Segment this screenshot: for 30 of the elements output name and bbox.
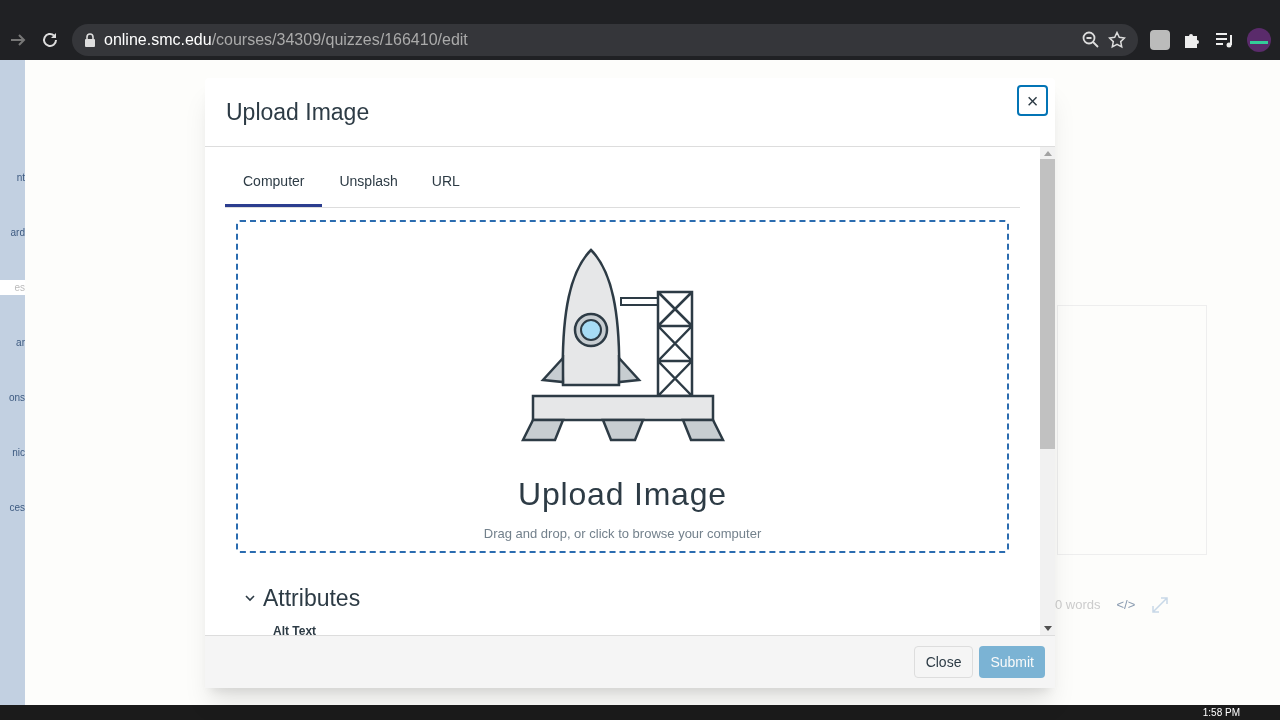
close-button[interactable]: × xyxy=(1017,85,1048,116)
lock-icon xyxy=(84,33,96,47)
playlist-icon[interactable] xyxy=(1214,30,1234,50)
url-text: online.smc.edu/courses/34309/quizzes/166410/edit xyxy=(104,30,468,50)
sidebar-item[interactable]: nt xyxy=(16,170,25,185)
profile-avatar-icon[interactable] xyxy=(1246,27,1272,53)
sidebar-item[interactable]: nic xyxy=(12,445,25,460)
alt-text-label: Alt Text xyxy=(273,623,317,635)
sidebar-item[interactable]: ces xyxy=(9,500,25,515)
dropzone[interactable]: Upload Image Drag and drop, or click to browse your computer xyxy=(236,220,1009,553)
star-icon[interactable] xyxy=(1108,31,1126,49)
dialog-title: Upload Image xyxy=(226,97,370,127)
sidebar-item[interactable]: ard xyxy=(10,225,25,240)
tab[interactable]: Unsplash xyxy=(322,167,415,207)
html-toggle[interactable]: </> xyxy=(1116,595,1136,615)
reload-icon[interactable] xyxy=(40,30,60,50)
zoom-out-icon[interactable] xyxy=(1082,31,1100,49)
dropzone-heading: Upload Image xyxy=(518,475,727,514)
tab[interactable]: Computer xyxy=(225,167,323,207)
sidebar-item[interactable]: ons xyxy=(8,390,25,405)
dropzone-hint: Drag and drop, or click to browse your computer xyxy=(483,525,762,543)
address-bar[interactable]: online.smc.edu/courses/34309/quizzes/166410/edit xyxy=(72,24,1138,56)
chevron-down-icon[interactable] xyxy=(245,594,255,603)
dialog-button[interactable]: Close xyxy=(913,646,974,678)
taskbar-clock: 1:58 PM xyxy=(1202,707,1240,718)
extension-icon[interactable] xyxy=(1150,30,1170,50)
attributes-heading[interactable]: Attributes xyxy=(263,581,361,616)
scrollbar-thumb[interactable] xyxy=(1040,159,1055,449)
tab[interactable]: URL xyxy=(414,167,477,207)
sidebar-item[interactable]: ar xyxy=(16,335,25,350)
